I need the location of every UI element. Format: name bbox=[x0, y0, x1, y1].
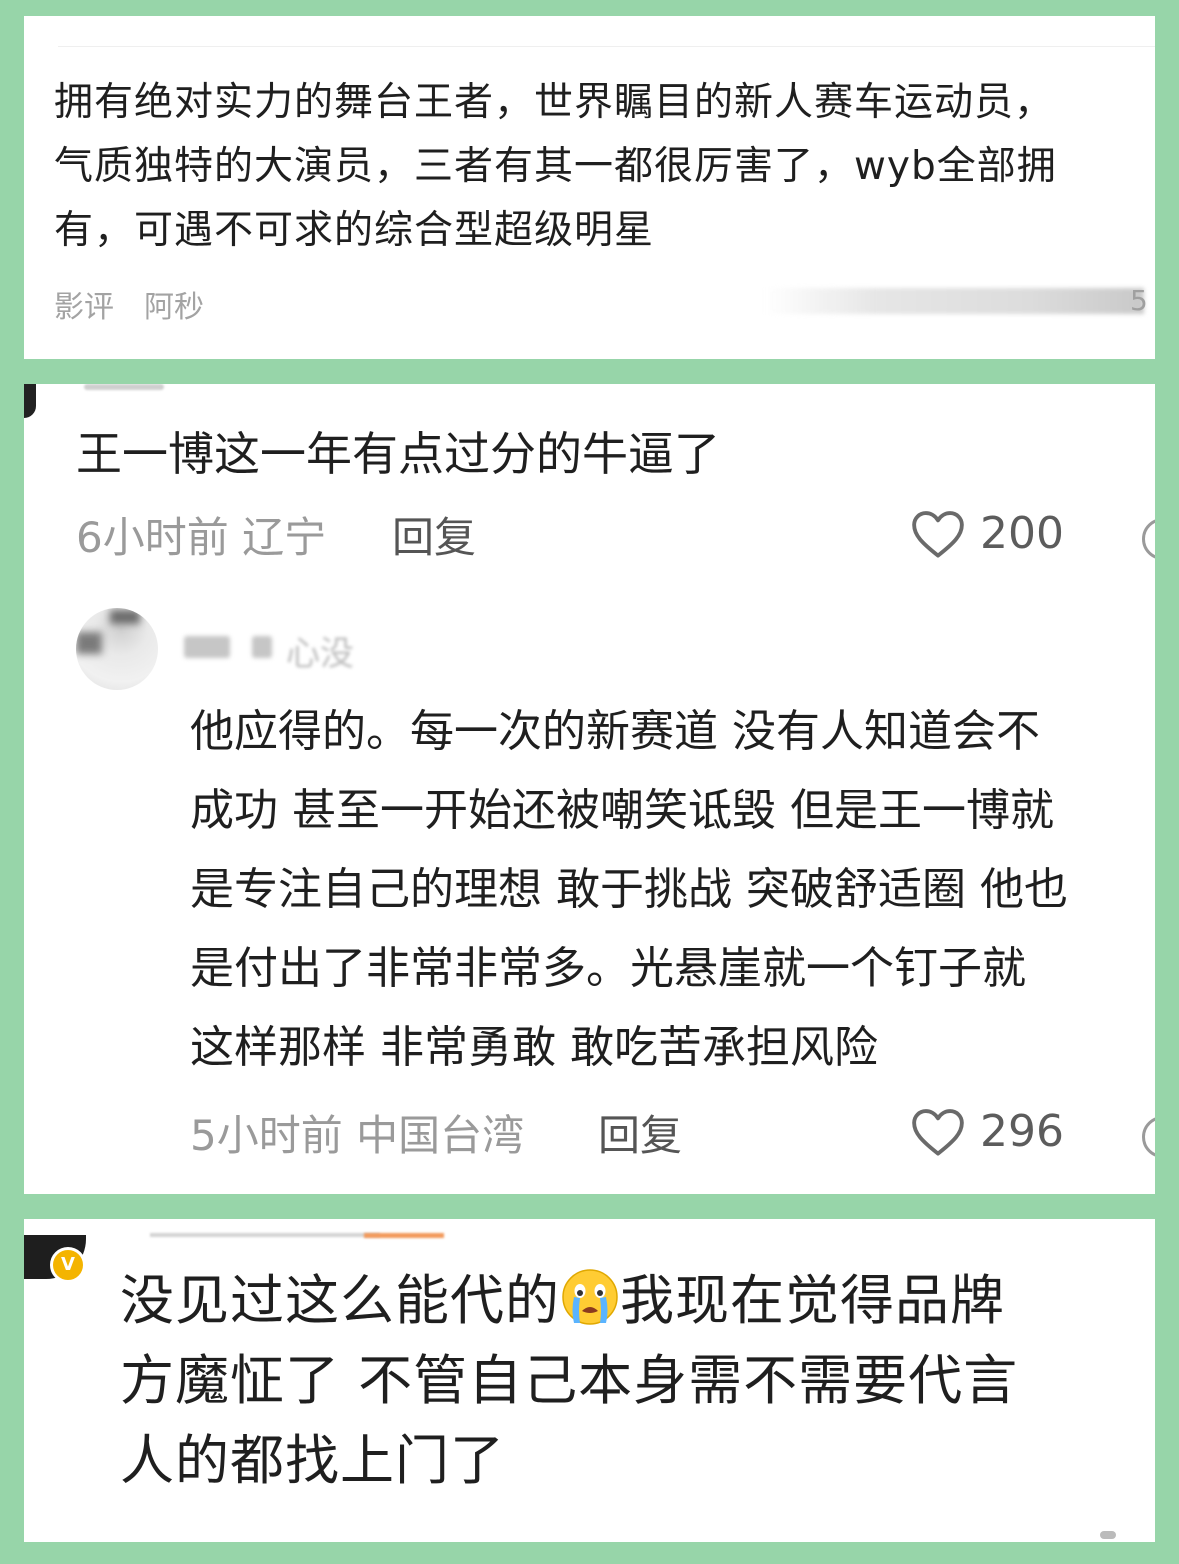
blurred-username bbox=[184, 636, 230, 658]
reply-username[interactable]: 心没 bbox=[286, 626, 354, 675]
reply-button[interactable]: 回复 bbox=[598, 1102, 682, 1163]
comment-line: 气质独特的大演员，三者有其一都很厉害了，wyb全部拥 bbox=[54, 144, 1057, 189]
more-indicator bbox=[1100, 1531, 1116, 1539]
source-tag[interactable]: 影评 bbox=[54, 282, 114, 326]
divider bbox=[58, 46, 1155, 47]
comment-card-3: V 没见过这么能代的 我现在觉得品牌 方魔怔了 不管自己本身需不需要代言 人的都… bbox=[24, 1219, 1155, 1542]
reply-button[interactable]: 回复 bbox=[392, 504, 476, 565]
comment-card-2: 王一博这一年有点过分的牛逼了 6小时前 辽宁 回复 200 心没 他应得的。每一… bbox=[24, 384, 1155, 1194]
comment-line: 有，可遇不可求的综合型超级明星 bbox=[54, 208, 655, 253]
avatar-fragment bbox=[24, 384, 36, 418]
comment-fragment: 没见过这么能代的 bbox=[120, 1269, 560, 1332]
comment-line: 拥有绝对实力的舞台王者，世界瞩目的新人赛车运动员， bbox=[54, 80, 1055, 125]
reply-line: 成功 甚至一开始还被嘲笑诋毁 但是王一博就 bbox=[190, 785, 1054, 836]
like-count: 200 bbox=[980, 508, 1064, 559]
like-count: 296 bbox=[980, 1106, 1064, 1157]
like-button[interactable]: 200 bbox=[910, 508, 1064, 559]
reply-line: 他应得的。每一次的新赛道 没有人知道会不 bbox=[190, 706, 1040, 757]
more-icon[interactable] bbox=[1142, 1116, 1155, 1158]
reply-time-location: 5小时前 中国台湾 bbox=[190, 1111, 525, 1160]
heart-icon bbox=[912, 510, 964, 558]
comment-line: 方魔怔了 不管自己本身需不需要代言 bbox=[120, 1349, 1019, 1412]
cropped-text-fragment bbox=[150, 1233, 380, 1237]
author-name[interactable]: 阿秒 bbox=[144, 282, 204, 326]
comment-line: 没见过这么能代的 我现在觉得品牌 bbox=[120, 1261, 1130, 1341]
blurred-username bbox=[252, 636, 272, 658]
avatar[interactable] bbox=[76, 608, 158, 690]
blurred-region bbox=[764, 288, 1144, 314]
comment-fragment: 我现在觉得品牌 bbox=[620, 1269, 1005, 1332]
comment-time-location: 6小时前 辽宁 bbox=[76, 513, 327, 562]
cropped-text-fragment bbox=[364, 1233, 444, 1238]
heart-icon bbox=[912, 1108, 964, 1156]
crying-face-icon bbox=[562, 1269, 618, 1325]
comment-text: 王一博这一年有点过分的牛逼了 bbox=[76, 427, 720, 481]
count-fragment: 5 bbox=[1130, 284, 1148, 317]
verified-badge-icon: V bbox=[50, 1247, 86, 1283]
reply-line: 这样那样 非常勇敢 敢吃苦承担风险 bbox=[190, 1022, 878, 1073]
reply-line: 是付出了非常非常多。光悬崖就一个钉子就 bbox=[190, 943, 1026, 994]
comment-card-1: 拥有绝对实力的舞台王者，世界瞩目的新人赛车运动员， 气质独特的大演员，三者有其一… bbox=[24, 16, 1155, 359]
comment-line: 人的都找上门了 bbox=[120, 1429, 505, 1492]
comment-text: 拥有绝对实力的舞台王者，世界瞩目的新人赛车运动员， 气质独特的大演员，三者有其一… bbox=[54, 71, 1134, 263]
comment-text: 没见过这么能代的 我现在觉得品牌 方魔怔了 不管自己本身需不需要代言 人的都找上… bbox=[120, 1261, 1130, 1501]
like-button[interactable]: 296 bbox=[910, 1106, 1064, 1157]
reply-text: 他应得的。每一次的新赛道 没有人知道会不 成功 甚至一开始还被嘲笑诋毁 但是王一… bbox=[190, 692, 1155, 1087]
cropped-text-fragment bbox=[84, 384, 164, 390]
more-icon[interactable] bbox=[1142, 518, 1155, 560]
reply-line: 是专注自己的理想 敢于挑战 突破舒适圈 他也 bbox=[190, 864, 1068, 915]
